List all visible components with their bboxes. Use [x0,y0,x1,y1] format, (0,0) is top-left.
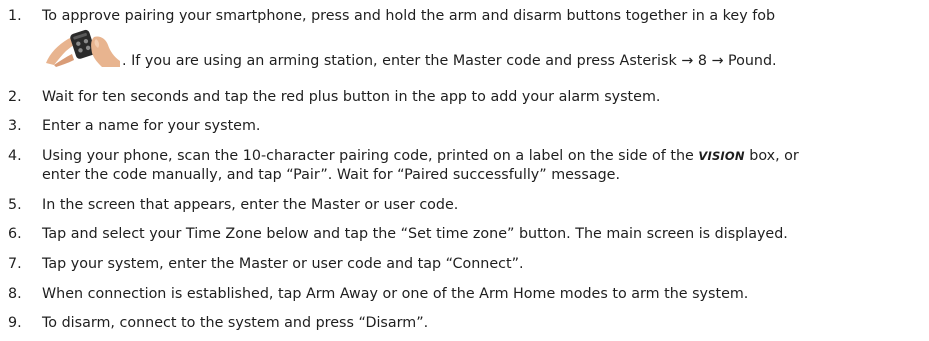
step-text: To disarm, connect to the system and pre… [42,315,429,331]
step-text-part: box, or [744,148,799,164]
instruction-list: 1. To approve pairing your smartphone, p… [0,0,929,341]
step-number: 1. [8,8,22,24]
step-text: When connection is established, tap Arm … [42,286,749,302]
step-number: 8. [8,286,22,302]
step-number: 9. [8,315,22,331]
hands-pressing-key-fob-icon [44,27,121,67]
step-number: 7. [8,256,22,272]
step-text: To approve pairing your smartphone, pres… [42,8,776,24]
step-text: Tap and select your Time Zone below and … [42,226,788,242]
step-text: Tap your system, enter the Master or use… [42,256,524,272]
vision-product-name: VISION [698,149,745,163]
step-text: enter the code manually, and tap “Pair”.… [42,167,620,183]
step-number: 3. [8,118,22,134]
step-text: Enter a name for your system. [42,118,261,134]
step-number: 6. [8,226,22,242]
step-number: 4. [8,148,22,164]
step-number: 2. [8,89,22,105]
step-text-part: Using your phone, scan the 10-character … [42,148,699,164]
step-text: In the screen that appears, enter the Ma… [42,197,459,213]
step-text: Using your phone, scan the 10-character … [42,146,925,166]
step-number: 5. [8,197,22,213]
step-text: Wait for ten seconds and tap the red plu… [42,89,661,105]
step-text: . If you are using an arming station, en… [122,53,777,69]
